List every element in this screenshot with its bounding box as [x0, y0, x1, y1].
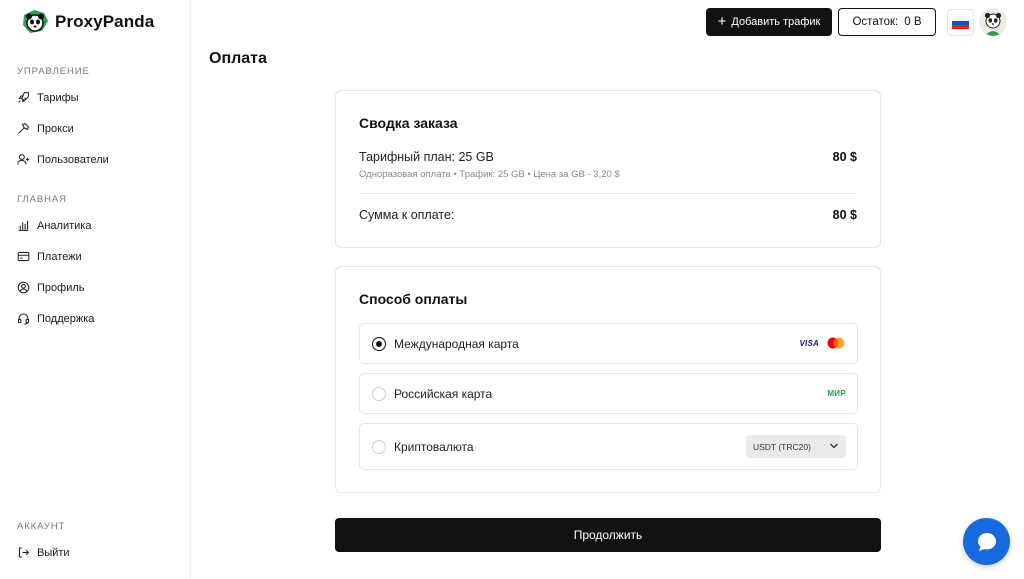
- sidebar-item-logout[interactable]: Выйти: [17, 546, 70, 559]
- sidebar-item-label: Поддержка: [37, 312, 95, 325]
- user-circle-icon: [17, 281, 30, 294]
- payment-option-international-card[interactable]: Международная карта VISA: [359, 323, 858, 364]
- sidebar-item-tariffs[interactable]: Тарифы: [17, 91, 79, 104]
- sidebar-item-payments[interactable]: Платежи: [17, 250, 82, 263]
- sidebar-item-profile[interactable]: Профиль: [17, 281, 85, 294]
- brand-logo[interactable]: ProxyPanda: [20, 9, 154, 35]
- sidebar-item-label: Платежи: [37, 250, 82, 263]
- plus-icon: +: [717, 13, 727, 30]
- payment-option-label: Международная карта: [394, 337, 519, 351]
- chat-widget-button[interactable]: [963, 518, 1010, 565]
- balance-value: 0 B: [904, 16, 922, 28]
- page-title: Оплата: [209, 50, 267, 67]
- plan-details: Одноразовая оплата • Трафик: 25 GB • Цен…: [359, 169, 620, 180]
- user-plus-icon: [17, 154, 30, 165]
- payment-option-label: Криптовалюта: [394, 440, 474, 454]
- russia-flag-icon: [952, 16, 969, 29]
- sidebar-item-analytics[interactable]: Аналитика: [17, 219, 91, 232]
- section-title-management: УПРАВЛЕНИЕ: [17, 66, 90, 77]
- order-summary-title: Сводка заказа: [359, 115, 458, 131]
- balance-display[interactable]: Остаток: 0 B: [838, 8, 936, 36]
- language-switcher[interactable]: [947, 9, 974, 36]
- sidebar-item-label: Аналитика: [37, 219, 92, 232]
- credit-card-icon: [17, 251, 30, 262]
- continue-label: Продолжить: [573, 528, 643, 542]
- radio-button-selected[interactable]: [372, 337, 386, 351]
- sidebar-item-support[interactable]: Поддержка: [17, 312, 94, 325]
- sidebar-item-label: Тарифы: [37, 91, 79, 104]
- order-summary-card: Сводка заказа Тарифный план: 25 GB 80 $ …: [335, 90, 881, 248]
- sidebar-item-users[interactable]: Пользователи: [17, 153, 109, 166]
- payment-method-title: Способ оплаты: [359, 291, 468, 307]
- rocket-icon: [18, 92, 29, 103]
- mir-logo: МИР: [827, 389, 846, 398]
- headset-icon: [17, 313, 30, 325]
- continue-button[interactable]: Продолжить: [335, 518, 881, 552]
- hammer-icon: [18, 123, 29, 134]
- chat-bubble-icon: [977, 532, 996, 551]
- payment-option-crypto[interactable]: Криптовалюта USDT (TRC20): [359, 423, 858, 470]
- total-label: Сумма к оплате:: [359, 208, 455, 222]
- sidebar-item-label: Выйти: [37, 546, 70, 559]
- payment-option-russian-card[interactable]: Российская карта МИР: [359, 373, 858, 414]
- radio-button[interactable]: [372, 387, 386, 401]
- panda-avatar-icon: [979, 8, 1007, 36]
- radio-button[interactable]: [372, 440, 386, 454]
- brand-name: ProxyPanda: [55, 12, 155, 31]
- logout-icon: [18, 547, 30, 558]
- plan-price: 80 $: [832, 150, 857, 164]
- chevron-down-icon: [830, 443, 838, 449]
- payment-method-card: Способ оплаты Международная карта VISA Р…: [335, 266, 881, 493]
- add-traffic-label: Добавить трафик: [731, 16, 821, 28]
- visa-logo: VISA: [799, 339, 819, 348]
- total-value: 80 $: [832, 208, 857, 222]
- payment-option-label: Российская карта: [394, 387, 493, 401]
- panda-logo-icon: [23, 10, 48, 33]
- divider: [359, 193, 857, 194]
- sidebar-item-label: Пользователи: [37, 153, 109, 166]
- sidebar-item-proxies[interactable]: Прокси: [17, 122, 74, 135]
- crypto-currency-select[interactable]: USDT (TRC20): [746, 435, 846, 458]
- sidebar: ProxyPanda УПРАВЛЕНИЕ Тарифы Прокси Поль…: [0, 0, 191, 579]
- section-title-main: ГЛАВНАЯ: [17, 194, 67, 205]
- section-title-account: АККАУНТ: [17, 521, 66, 532]
- plan-name: Тарифный план: 25 GB: [359, 150, 494, 164]
- bar-chart-icon: [18, 220, 29, 231]
- add-traffic-button[interactable]: + Добавить трафик: [706, 8, 832, 36]
- crypto-select-value: USDT (TRC20): [753, 441, 811, 452]
- mastercard-icon: [827, 337, 845, 349]
- sidebar-item-label: Прокси: [37, 122, 74, 135]
- user-avatar[interactable]: [979, 8, 1007, 36]
- balance-label: Остаток:: [852, 16, 899, 28]
- sidebar-item-label: Профиль: [37, 281, 85, 294]
